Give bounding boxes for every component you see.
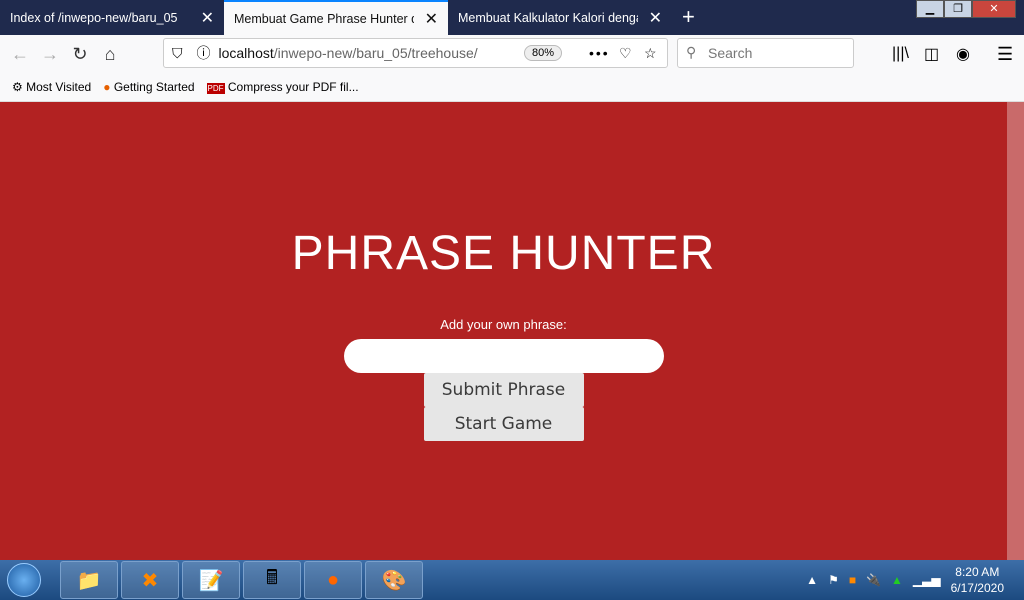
- tab-phrase-hunter[interactable]: Membuat Game Phrase Hunter dengan✕: [224, 0, 448, 35]
- bookmark-compress-pdf[interactable]: PDF Compress your PDF fil...: [206, 80, 359, 94]
- triangle-icon[interactable]: ▲: [891, 573, 903, 587]
- game-page: PHRASE HUNTER Add your own phrase: Submi…: [0, 102, 1007, 560]
- shield-icon: ⛉: [172, 44, 183, 61]
- show-hidden-icon[interactable]: ▲: [806, 573, 818, 587]
- submit-phrase-button[interactable]: Submit Phrase: [423, 373, 584, 407]
- page-title: PHRASE HUNTER: [291, 227, 716, 280]
- start-button[interactable]: [0, 560, 48, 600]
- new-tab-button[interactable]: +: [672, 0, 705, 35]
- tab-bar: Index of /inwepo-new/baru_05 ✕ Membuat Ga…: [0, 0, 1024, 35]
- pocket-icon[interactable]: ♡: [619, 45, 632, 62]
- close-icon[interactable]: ✕: [201, 8, 214, 28]
- more-icon[interactable]: •••: [589, 45, 610, 61]
- menu-icon[interactable]: ☰: [997, 44, 1013, 65]
- flag-icon[interactable]: ⚑: [828, 573, 839, 587]
- bookmark-getting-started[interactable]: ● Getting Started: [103, 80, 194, 94]
- scrollbar[interactable]: [1007, 102, 1024, 560]
- taskbar: 📁 ✖ 📝 🖩 ● 🎨 ▲ ⚑ ■ 🔌 ▲ ▁▃▅ 8:20 AM 6/17/20…: [0, 560, 1024, 600]
- home-button[interactable]: ⌂: [95, 44, 125, 65]
- bookmark-most-visited[interactable]: ⚙ Most Visited: [12, 80, 91, 94]
- tab-kalkulator[interactable]: Membuat Kalkulator Kalori dengan ✕: [448, 0, 672, 35]
- url-bar[interactable]: ⛉ ⓘ localhost/inwepo-new/baru_05/treehous…: [163, 38, 668, 68]
- firefox-icon[interactable]: ●: [304, 561, 362, 599]
- library-icon[interactable]: |||\: [892, 45, 909, 63]
- star-icon[interactable]: ☆: [644, 45, 657, 62]
- search-icon: ⚲: [686, 44, 697, 60]
- nav-bar: ← → ↻ ⌂ ⛉ ⓘ localhost/inwepo-new/baru_05/…: [0, 35, 1024, 73]
- zoom-badge[interactable]: 80%: [524, 45, 563, 61]
- phrase-input[interactable]: [343, 339, 664, 373]
- forward-button[interactable]: →: [35, 44, 65, 65]
- search-input[interactable]: ⚲ Search: [677, 38, 854, 68]
- power-icon[interactable]: 🔌: [866, 573, 881, 587]
- phrase-label: Add your own phrase:: [440, 317, 567, 332]
- back-button[interactable]: ←: [5, 44, 35, 65]
- xampp-icon[interactable]: ✖: [121, 561, 179, 599]
- pdf-icon: PDF: [206, 83, 225, 94]
- calculator-icon[interactable]: 🖩: [243, 561, 301, 599]
- close-icon[interactable]: ✕: [425, 9, 438, 29]
- bookmarks-bar: ⚙ Most Visited ● Getting Started PDF Com…: [0, 73, 1024, 102]
- notepad-icon[interactable]: 📝: [182, 561, 240, 599]
- info-icon[interactable]: ⓘ: [197, 43, 211, 63]
- reload-button[interactable]: ↻: [65, 44, 95, 65]
- paint-icon[interactable]: 🎨: [365, 561, 423, 599]
- tab-index[interactable]: Index of /inwepo-new/baru_05 ✕: [0, 0, 224, 35]
- explorer-icon[interactable]: 📁: [60, 561, 118, 599]
- start-game-button[interactable]: Start Game: [423, 407, 584, 441]
- close-icon[interactable]: ✕: [649, 8, 662, 28]
- maximize-button[interactable]: ❐: [944, 0, 972, 18]
- sidebar-icon[interactable]: ◫: [924, 44, 939, 64]
- minimize-button[interactable]: ▁: [916, 0, 944, 18]
- account-icon[interactable]: ◉: [956, 44, 970, 64]
- firefox-icon: ●: [103, 80, 111, 94]
- windows-icon: [7, 563, 41, 597]
- close-window-button[interactable]: ✕: [972, 0, 1016, 18]
- network-icon[interactable]: ▁▃▅: [913, 573, 941, 587]
- xampp-tray-icon[interactable]: ■: [849, 573, 856, 587]
- system-tray: ▲ ⚑ ■ 🔌 ▲ ▁▃▅ 8:20 AM 6/17/2020: [806, 560, 1004, 600]
- clock[interactable]: 8:20 AM 6/17/2020: [951, 564, 1004, 596]
